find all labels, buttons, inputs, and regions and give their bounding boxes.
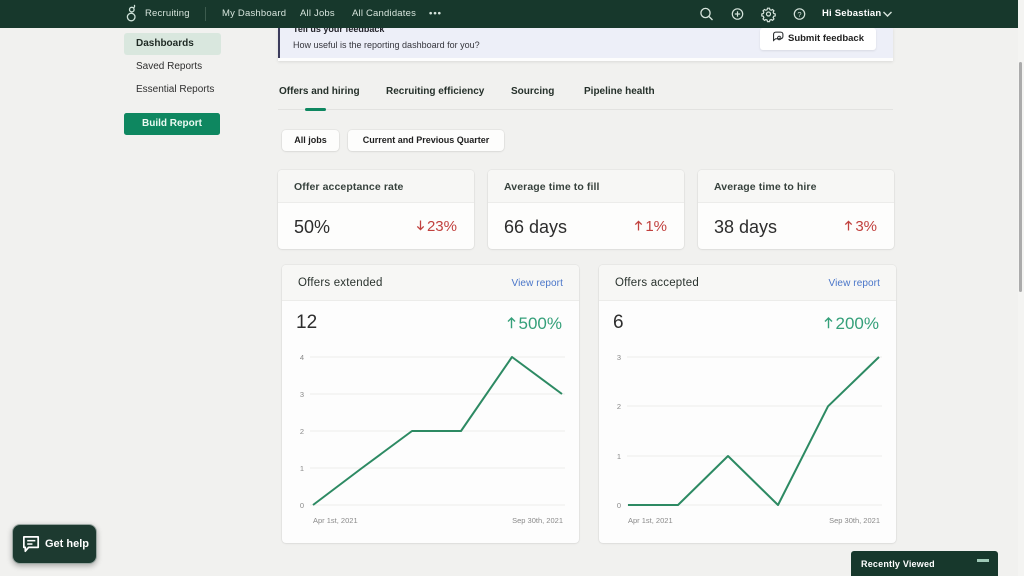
svg-text:?: ?	[797, 10, 801, 19]
svg-text:3: 3	[300, 390, 304, 399]
svg-text:Sep 30th, 2021: Sep 30th, 2021	[512, 516, 563, 525]
svg-text:4: 4	[300, 353, 304, 362]
svg-text:2: 2	[300, 427, 304, 436]
svg-text:3: 3	[617, 353, 621, 362]
svg-text:1: 1	[617, 452, 621, 461]
svg-text:0: 0	[300, 501, 304, 510]
svg-text:0: 0	[617, 501, 621, 510]
svg-text:Sep 30th, 2021: Sep 30th, 2021	[829, 516, 880, 525]
svg-text:Apr 1st, 2021: Apr 1st, 2021	[313, 516, 358, 525]
svg-text:Apr 1st, 2021: Apr 1st, 2021	[628, 516, 673, 525]
svg-text:2: 2	[617, 402, 621, 411]
svg-text:1: 1	[300, 464, 304, 473]
